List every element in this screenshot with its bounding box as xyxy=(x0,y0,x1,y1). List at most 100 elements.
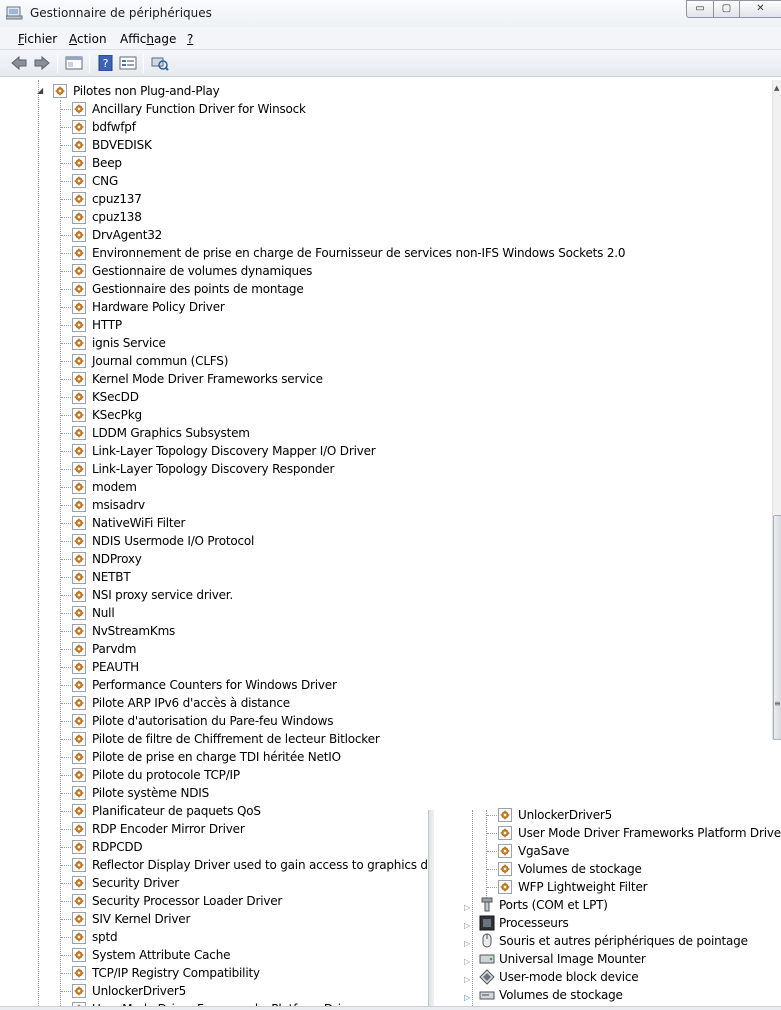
tree-item-label: BDVEDISK xyxy=(92,138,152,152)
device-driver-icon xyxy=(498,808,512,822)
minimize-button[interactable]: ▭ xyxy=(686,0,714,18)
tree-connector xyxy=(61,343,71,344)
device-driver-icon xyxy=(72,372,86,386)
tree-connector xyxy=(61,451,71,452)
tree-connector xyxy=(61,793,71,794)
tree-connector xyxy=(61,613,71,614)
menu-item[interactable]: ? xyxy=(187,32,193,46)
minimize-icon: ▭ xyxy=(695,3,705,14)
device-driver-icon xyxy=(72,948,86,962)
tree-category-label: Pilotes non Plug-and-Play xyxy=(73,84,220,98)
tree-category-label: User-mode block device xyxy=(499,970,639,984)
tree-item-label: Pilote d'autorisation du Pare-feu Window… xyxy=(92,714,334,728)
tree-connector xyxy=(61,325,71,326)
svg-text:?: ? xyxy=(103,57,109,70)
tree-item-label: Gestionnaire de volumes dynamiques xyxy=(92,264,313,278)
tree-connector xyxy=(61,829,71,830)
show-hide-tree-icon[interactable] xyxy=(65,55,83,71)
device-driver-icon xyxy=(72,534,86,548)
device-driver-icon xyxy=(72,642,86,656)
tree-item-label: VgaSave xyxy=(518,844,570,858)
tree-connector xyxy=(61,955,71,956)
device-driver-icon xyxy=(72,174,86,188)
properties-icon[interactable] xyxy=(119,55,137,71)
tree-connector xyxy=(61,469,71,470)
scan-hardware-icon[interactable] xyxy=(151,55,169,71)
tree-connector xyxy=(61,415,71,416)
tree-item-label: Planificateur de paquets QoS xyxy=(92,804,261,818)
tree-item-label: modem xyxy=(92,480,137,494)
vertical-scrollbar[interactable]: ▲ ≡ xyxy=(772,80,781,740)
menu-item[interactable]: Action xyxy=(69,32,107,46)
tree-connector xyxy=(487,833,497,834)
device-driver-icon xyxy=(72,210,86,224)
tree-category-label: Universal Image Mounter xyxy=(499,952,646,966)
tree-connector xyxy=(61,433,71,434)
device-driver-icon xyxy=(72,930,86,944)
expand-arrow-icon[interactable]: ▷ xyxy=(464,971,470,989)
toolbar-separator xyxy=(57,54,58,73)
toolbar: ? xyxy=(0,50,781,77)
tree-item-label: UnlockerDriver5 xyxy=(92,984,187,998)
storage-volume-icon xyxy=(479,991,495,1000)
back-arrow-icon[interactable] xyxy=(10,55,28,71)
device-driver-icon xyxy=(498,880,512,894)
tree-connector xyxy=(472,810,473,1010)
tree-item-label: Beep xyxy=(92,156,122,170)
menu-item[interactable]: Fichier xyxy=(18,32,57,46)
block-device-icon xyxy=(479,969,495,985)
forward-arrow-icon[interactable] xyxy=(33,55,51,71)
tree-connector xyxy=(61,919,71,920)
tree-connector xyxy=(61,901,71,902)
tree-connector xyxy=(61,127,71,128)
menu-item[interactable]: Affichage xyxy=(120,32,176,46)
tree-connector xyxy=(61,361,71,362)
tree-item-label: Pilote du protocole TCP/IP xyxy=(92,768,240,782)
tree-connector xyxy=(61,523,71,524)
device-driver-icon xyxy=(72,408,86,422)
tree-item-label: NativeWiFi Filter xyxy=(92,516,186,530)
close-button[interactable]: ✕ xyxy=(739,0,781,18)
tree-category-label: Volumes de stockage xyxy=(499,988,623,1002)
expand-collapse-icon[interactable]: ◢ xyxy=(37,82,43,100)
tree-item-label: Pilote ARP IPv6 d'accès à distance xyxy=(92,696,290,710)
tree-connector xyxy=(61,181,71,182)
tree-connector xyxy=(61,757,71,758)
tree-item-label: TCP/IP Registry Compatibility xyxy=(92,966,260,980)
help-icon[interactable]: ? xyxy=(97,55,115,71)
tree-item-label: Environnement de prise en charge de Four… xyxy=(92,246,626,260)
expand-arrow-icon[interactable]: ▷ xyxy=(464,917,470,935)
device-driver-icon xyxy=(72,696,86,710)
tree-item-label: KSecDD xyxy=(92,390,139,404)
tree-item-label: Ancillary Function Driver for Winsock xyxy=(92,102,306,116)
device-driver-icon xyxy=(72,192,86,206)
tree-connector xyxy=(61,811,71,812)
tree-connector xyxy=(61,721,71,722)
tree-connector xyxy=(61,991,71,992)
tree-item-label: NDProxy xyxy=(92,552,142,566)
scroll-up-icon[interactable]: ▲ xyxy=(774,84,779,92)
tree-item-label: sptd xyxy=(92,930,118,944)
device-driver-icon xyxy=(72,804,86,818)
device-driver-icon xyxy=(72,336,86,350)
tree-item-label: PEAUTH xyxy=(92,660,139,674)
tree-item-label: Reflector Display Driver used to gain ac… xyxy=(92,858,447,872)
device-driver-icon xyxy=(72,858,86,872)
scroll-grip-icon: ≡ xyxy=(774,699,781,708)
expand-arrow-icon[interactable]: ▷ xyxy=(464,899,470,917)
tree-connector xyxy=(61,217,71,218)
tree-connector xyxy=(61,289,71,290)
tree-item-label: msisadrv xyxy=(92,498,145,512)
maximize-button[interactable]: ▢ xyxy=(713,0,740,18)
tree-item-label: NSI proxy service driver. xyxy=(92,588,234,602)
device-driver-icon xyxy=(72,840,86,854)
tree-connector xyxy=(61,253,71,254)
tree-connector xyxy=(61,631,71,632)
expand-arrow-icon[interactable]: ▷ xyxy=(464,935,470,953)
expand-arrow-icon[interactable]: ▷ xyxy=(464,953,470,971)
device-driver-icon xyxy=(72,570,86,584)
close-icon: ✕ xyxy=(756,3,765,14)
tree-connector xyxy=(61,379,71,380)
expand-arrow-icon[interactable]: ▷ xyxy=(464,989,470,1007)
tree-connector xyxy=(61,163,71,164)
